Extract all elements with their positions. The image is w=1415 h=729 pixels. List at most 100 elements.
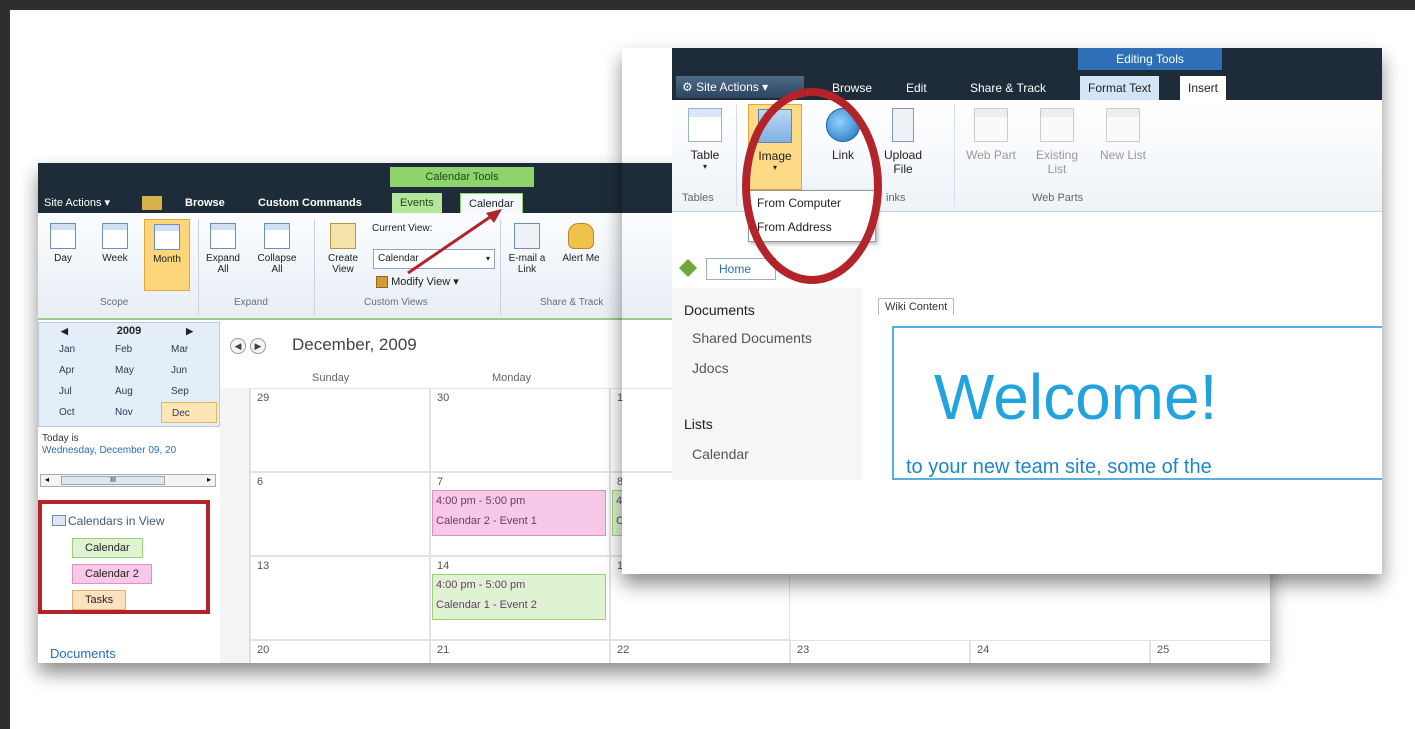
quick-launch-documents-heading[interactable]: Documents [684, 302, 755, 318]
month-sep[interactable]: Sep [161, 381, 217, 402]
day-number: 29 [257, 392, 270, 404]
scroll-right-icon[interactable]: ▸ [207, 475, 211, 484]
documents-link[interactable]: Documents [50, 646, 116, 661]
week-view-icon [102, 223, 128, 249]
day-cell[interactable]: 24 [970, 640, 1150, 663]
month-aug[interactable]: Aug [105, 381, 161, 402]
day-cell[interactable]: 6 [250, 472, 430, 556]
month-nov[interactable]: Nov [105, 402, 161, 423]
next-year-icon[interactable]: ▶ [186, 323, 193, 339]
calendar-chip[interactable]: Calendar [72, 538, 143, 558]
tab-browse[interactable]: Browse [185, 193, 225, 213]
day-number: 22 [617, 644, 630, 656]
scroll-thumb[interactable]: III [61, 476, 165, 485]
group-custom-views: Custom Views [364, 297, 428, 308]
create-view-icon [330, 223, 356, 249]
day-cell[interactable]: 13 [250, 556, 430, 640]
site-actions-menu[interactable]: Site Actions ▾ [44, 193, 110, 213]
home-breadcrumb[interactable]: Home [706, 258, 776, 280]
welcome-heading: Welcome! [934, 361, 1218, 433]
expand-all-button[interactable]: Expand All [202, 219, 244, 291]
day-number: 20 [257, 644, 270, 656]
ribbon-separator [736, 104, 737, 206]
scroll-left-icon[interactable]: ◂ [45, 475, 49, 484]
wiki-editor[interactable]: Welcome! to your new team site, some of … [892, 326, 1382, 480]
collapse-all-button[interactable]: Collapse All [256, 219, 298, 291]
calendar-event[interactable]: 4:00 pm - 5:00 pm Calendar 1 - Event 2 [432, 574, 606, 620]
horizontal-scrollbar[interactable]: ◂ III ▸ [40, 474, 216, 487]
calendar-chip[interactable]: Calendar 2 [72, 564, 152, 584]
wiki-content-tab: Wiki Content [878, 298, 955, 315]
calendars-in-view-title: Calendars in View [52, 514, 165, 528]
upload-file-button[interactable]: Upload File [876, 104, 930, 190]
tab-custom-commands[interactable]: Custom Commands [258, 193, 362, 213]
week-button[interactable]: Week [94, 219, 136, 291]
month-oct[interactable]: Oct [49, 402, 105, 423]
tab-share-track[interactable]: Share & Track [962, 76, 1054, 100]
previous-month-icon[interactable]: ◀ [230, 338, 246, 354]
ribbon-separator [954, 104, 955, 206]
calendar-chip[interactable]: Tasks [72, 590, 127, 610]
month-jul[interactable]: Jul [49, 381, 105, 402]
tab-format-text[interactable]: Format Text [1080, 76, 1160, 100]
day-cell[interactable]: 30 [430, 388, 610, 472]
day-number: 30 [437, 392, 450, 404]
month-view-icon [154, 224, 180, 250]
date-picker-header: ◀ 2009 ▶ [39, 323, 219, 339]
event-title: Calendar 1 - Event 2 [436, 599, 537, 611]
month-may[interactable]: May [105, 360, 161, 381]
month-jun[interactable]: Jun [161, 360, 217, 381]
month-dec[interactable]: Dec [161, 402, 217, 423]
today-date-link[interactable]: Wednesday, December 09, 20 [42, 445, 176, 457]
table-button[interactable]: Table ▾ [678, 104, 732, 190]
tab-edit[interactable]: Edit [898, 76, 935, 100]
chevron-down-icon: ▾ [702, 162, 707, 171]
day-cell[interactable]: 29 [250, 388, 430, 472]
new-list-button[interactable]: New List [1096, 104, 1150, 190]
month-jan[interactable]: Jan [49, 339, 105, 360]
day-cell[interactable]: 23 [790, 640, 970, 663]
quick-launch-shared-documents[interactable]: Shared Documents [692, 330, 812, 346]
screenshot-background [622, 480, 1382, 574]
tab-insert[interactable]: Insert [1180, 76, 1227, 100]
annotation-arrow [407, 209, 502, 275]
month-navigation: ◀ ▶ [230, 336, 270, 354]
event-time: 4:00 pm - 5:00 pm [436, 579, 526, 591]
month-feb[interactable]: Feb [105, 339, 161, 360]
day-number: 14 [437, 560, 450, 572]
quick-launch-lists-heading[interactable]: Lists [684, 416, 713, 432]
expand-icon [210, 223, 236, 249]
day-cell[interactable]: 20 [250, 640, 430, 663]
day-number: 21 [437, 644, 450, 656]
alert-me-button[interactable]: Alert Me [560, 219, 602, 291]
month-button[interactable]: Month [144, 219, 190, 291]
day-number: 25 [1157, 644, 1170, 656]
day-cell[interactable]: 25 [1150, 640, 1270, 663]
day-cell[interactable]: 22 [610, 640, 790, 663]
existing-list-button[interactable]: Existing List [1030, 104, 1084, 190]
group-links: inks [886, 192, 906, 204]
calendars-in-view-panel: Calendars in View Calendar Calendar 2 Task… [38, 500, 210, 614]
month-apr[interactable]: Apr [49, 360, 105, 381]
web-part-button[interactable]: Web Part [964, 104, 1018, 190]
quick-launch-jdocs[interactable]: Jdocs [692, 360, 729, 376]
week-gutter [220, 388, 250, 663]
quick-launch-calendar[interactable]: Calendar [692, 446, 749, 462]
next-month-icon[interactable]: ▶ [250, 338, 266, 354]
bell-icon [568, 223, 594, 249]
calendar-event[interactable]: 4:00 pm - 5:00 pm Calendar 2 - Event 1 [432, 490, 606, 536]
day-number: 13 [257, 560, 270, 572]
month-mar[interactable]: Mar [161, 339, 217, 360]
web-part-icon [974, 108, 1008, 142]
calendar-tools-label: Calendar Tools [390, 167, 534, 187]
folder-icon[interactable] [142, 196, 162, 210]
date-picker: ◀ 2009 ▶ Jan Feb Mar Apr May Jun Jul Aug Sep Oct N… [38, 322, 220, 427]
previous-year-icon[interactable]: ◀ [61, 323, 68, 339]
today-info: Today is Wednesday, December 09, 20 [42, 433, 176, 457]
highlight-circle [742, 88, 882, 284]
event-time: 4:00 pm - 5:00 pm [436, 495, 526, 507]
day-button[interactable]: Day [42, 219, 84, 291]
day-cell[interactable]: 21 [430, 640, 610, 663]
create-view-button[interactable]: Create View [322, 219, 364, 291]
group-web-parts: Web Parts [1032, 192, 1084, 204]
